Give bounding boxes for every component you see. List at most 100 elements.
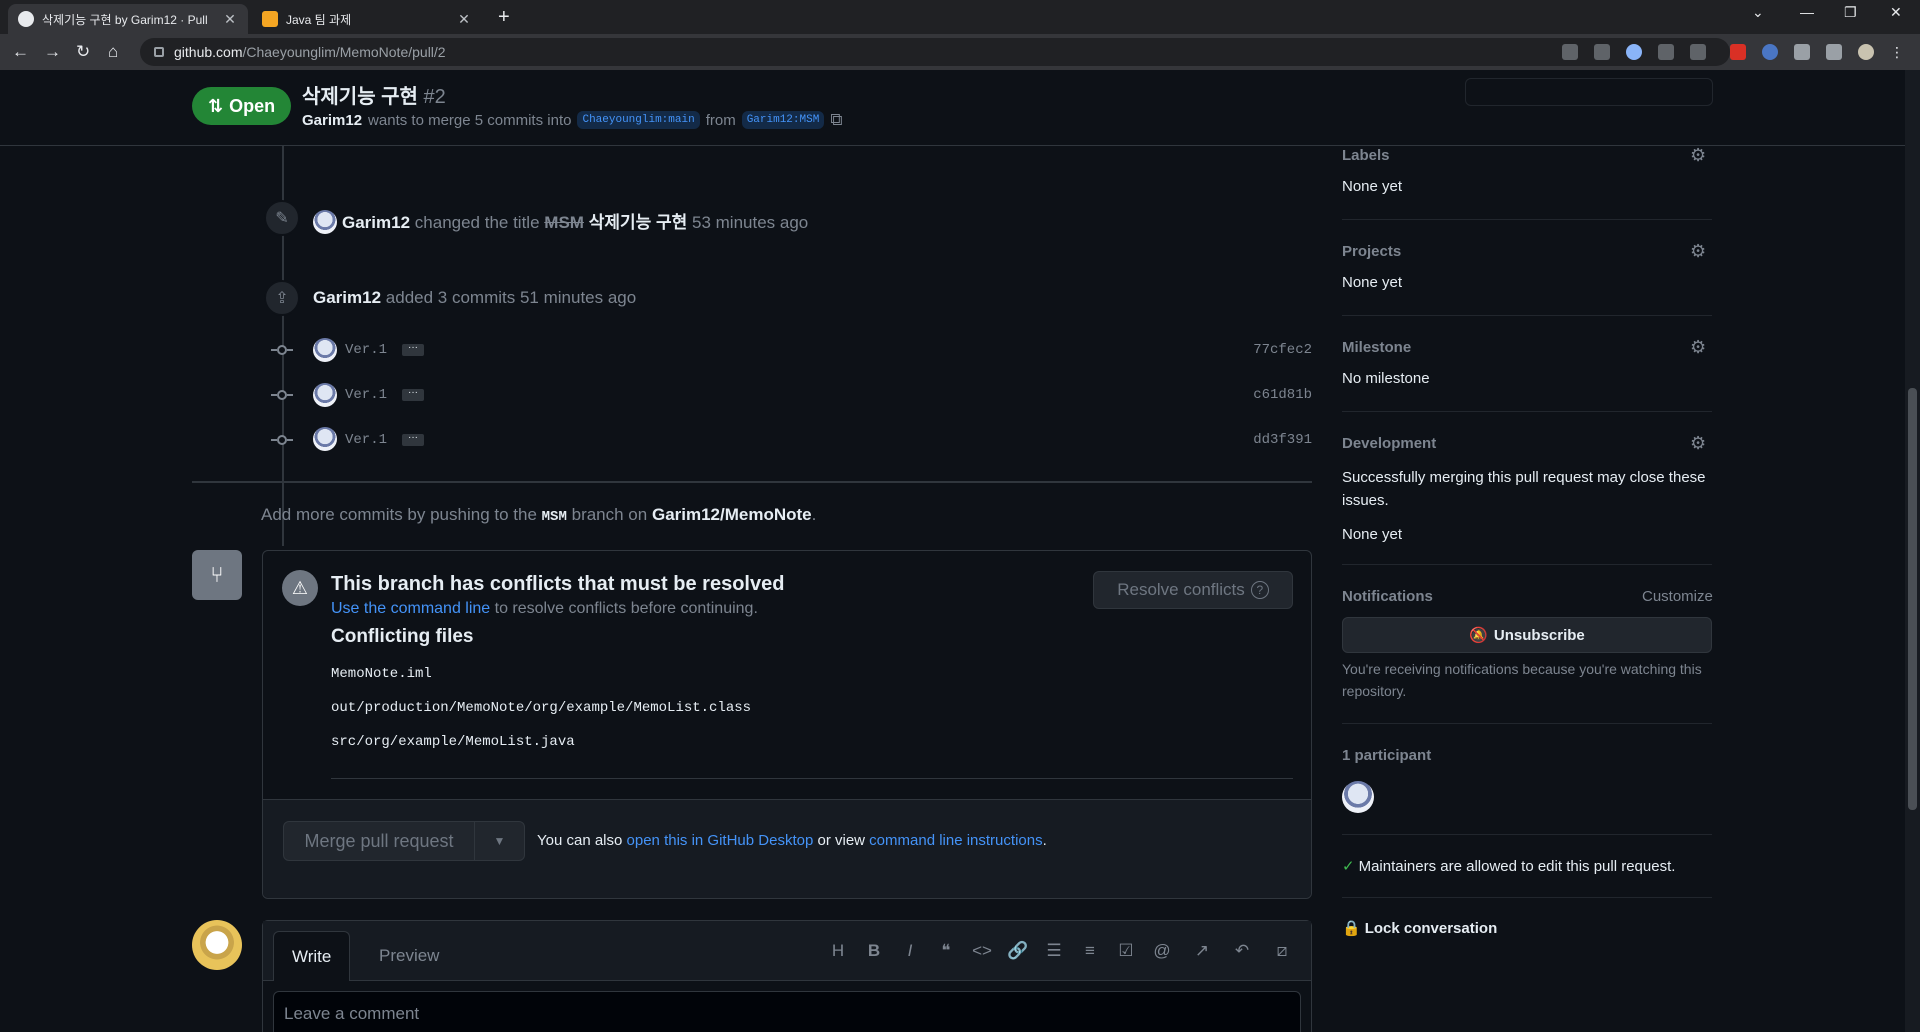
event-user-link[interactable]: Garim12 [313,288,381,307]
gear-icon[interactable]: ⚙ [1690,241,1706,262]
gear-icon[interactable]: ⚙ [1690,145,1706,166]
commit-message-link[interactable]: Ver.1 [345,342,387,358]
tab-search-icon[interactable]: ⌄ [1752,4,1764,21]
commit-message-link[interactable]: Ver.1 [345,387,387,403]
window-close-icon[interactable]: ✕ [1890,4,1902,21]
old-title: MSM [544,213,584,232]
tab-write[interactable]: Write [273,931,351,981]
task-list-icon[interactable]: ☑ [1114,941,1138,961]
italic-icon[interactable]: I [898,941,922,961]
gear-icon[interactable]: ⚙ [1690,337,1706,358]
close-icon[interactable]: ✕ [456,11,472,28]
profile-avatar[interactable] [1858,44,1874,60]
base-branch-link[interactable]: Chaeyounglim:main [577,111,700,129]
pr-sticky-header: ⇅ Open 삭제기능 구현 #2 Garim12 wants to merge… [0,70,1905,146]
pr-subtitle: Garim12 wants to merge 5 commits into Ch… [302,110,842,130]
repo-link[interactable]: Garim12/MemoNote [652,505,812,524]
reload-icon[interactable]: ↻ [76,42,90,62]
merge-label: Merge pull request [304,830,454,851]
participant-avatar[interactable] [1342,781,1374,813]
bookmark-star-icon[interactable] [1690,44,1706,60]
unordered-list-icon[interactable]: ☰ [1042,941,1066,961]
current-user-avatar[interactable] [192,920,242,970]
avatar[interactable] [313,427,337,451]
ordered-list-icon[interactable]: ≡ [1078,941,1102,961]
browser-tab-pr[interactable]: 삭제기능 구현 by Garim12 · Pull ✕ [8,4,248,34]
home-icon[interactable]: ⌂ [108,42,118,62]
customize-link[interactable]: Customize [1642,588,1713,605]
development-heading[interactable]: Development [1342,435,1436,452]
pdf-extension-icon[interactable] [1730,44,1746,60]
zoom-icon[interactable] [1626,44,1642,60]
command-line-link[interactable]: Use the command line [331,600,490,617]
event-time-link[interactable]: 51 minutes ago [520,288,636,307]
code-icon[interactable]: <> [970,941,994,961]
event-time-link[interactable]: 53 minutes ago [692,213,808,232]
commit-sha-link[interactable]: 77cfec2 [1222,342,1312,358]
commit-message-link[interactable]: Ver.1 [345,432,387,448]
chevron-down-icon[interactable]: ▼ [474,822,524,860]
resolve-conflicts-button[interactable]: Resolve conflicts ? [1093,571,1293,609]
copy-icon[interactable]: ⧉ [830,110,842,130]
side-panel-icon[interactable] [1826,44,1842,60]
question-icon[interactable]: ? [1250,581,1269,599]
avatar[interactable] [313,210,337,234]
minimize-icon[interactable]: — [1800,4,1814,20]
development-value: None yet [1342,526,1403,543]
comment-textarea[interactable]: Leave a comment [273,991,1301,1032]
tab-preview[interactable]: Preview [361,931,457,981]
close-icon[interactable]: ✕ [222,11,238,28]
extension-icon[interactable] [1762,44,1778,60]
browser-tab-java[interactable]: Java 팀 과제 ✕ [252,4,482,34]
alert-icon: ⚠ [282,570,318,606]
command-line-instructions-link[interactable]: command line instructions [869,832,1042,849]
from-text: from [705,111,736,129]
slash-command-icon[interactable]: ⧄ [1270,941,1294,961]
unsubscribe-button[interactable]: 🔕 Unsubscribe [1342,617,1712,653]
avatar[interactable] [313,338,337,362]
pr-author-link[interactable]: Garim12 [302,112,362,129]
commit-sha-link[interactable]: dd3f391 [1222,432,1312,448]
merge-box: ⚠ This branch has conflicts that must be… [262,550,1312,899]
restore-icon[interactable]: ❐ [1844,4,1857,21]
add-more-prefix: Add more commits by pushing to the [261,505,537,524]
extensions-puzzle-icon[interactable] [1794,44,1810,60]
heading-icon[interactable]: H [826,941,850,961]
scrollbar-thumb[interactable] [1908,388,1917,810]
forward-icon[interactable]: → [44,42,61,62]
link-icon[interactable]: 🔗 [1006,941,1030,961]
address-bar[interactable]: github.com/Chaeyounglim/MemoNote/pull/2 [140,38,1730,66]
notifications-heading: Notifications [1342,588,1433,605]
divider [1342,411,1712,412]
lock-icon[interactable] [154,47,164,57]
menu-icon[interactable]: ⋮ [1890,44,1906,60]
bold-icon[interactable]: B [862,941,886,961]
merge-pull-request-button[interactable]: Merge pull request ▼ [283,821,525,861]
expand-commit-button[interactable]: ··· [402,433,424,446]
event-user-link[interactable]: Garim12 [342,213,410,232]
new-title: 삭제기능 구현 [588,213,688,232]
gear-icon[interactable]: ⚙ [1690,433,1706,454]
labels-heading[interactable]: Labels [1342,147,1390,164]
new-tab-icon[interactable]: + [498,6,510,29]
milestone-heading[interactable]: Milestone [1342,339,1411,356]
participants-heading: 1 participant [1342,747,1432,764]
install-icon[interactable] [1562,44,1578,60]
github-desktop-link[interactable]: open this in GitHub Desktop [627,832,814,849]
page-scrollbar[interactable] [1905,70,1920,1032]
reply-icon[interactable]: ↶ [1230,941,1254,961]
projects-heading[interactable]: Projects [1342,243,1401,260]
back-icon[interactable]: ← [12,42,29,62]
translate-icon[interactable] [1594,44,1610,60]
share-icon[interactable] [1658,44,1674,60]
cross-reference-icon[interactable]: ↗ [1190,941,1214,961]
avatar[interactable] [313,383,337,407]
mention-icon[interactable]: @ [1150,941,1174,961]
conflicting-file: src/org/example/MemoList.java [331,734,575,750]
expand-commit-button[interactable]: ··· [402,388,424,401]
commit-sha-link[interactable]: c61d81b [1222,387,1312,403]
lock-conversation-link[interactable]: 🔒 Lock conversation [1342,919,1497,937]
quote-icon[interactable]: ❝ [934,941,958,961]
expand-commit-button[interactable]: ··· [402,343,424,356]
head-branch-link[interactable]: Garim12:MSM [741,111,825,129]
